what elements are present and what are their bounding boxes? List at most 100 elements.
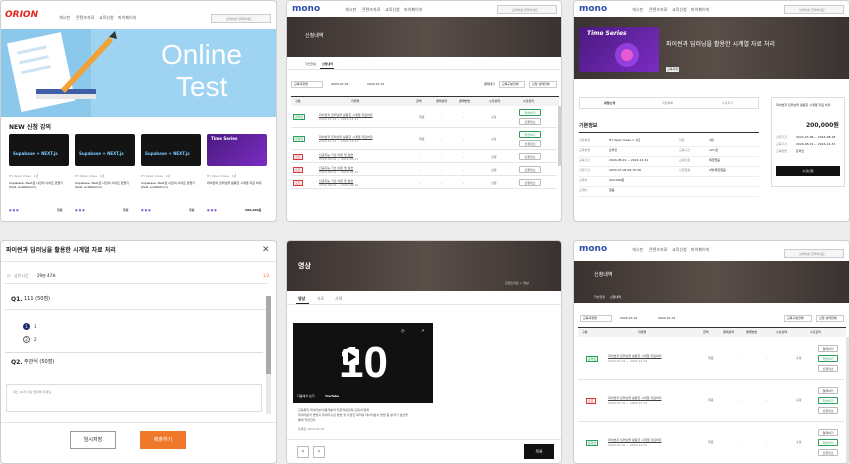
course-link[interactable]: 파이썬과 딥러닝을 활용한 시계열 자료처리 xyxy=(608,355,662,358)
tab-learning[interactable]: 학습현황 xyxy=(594,296,605,299)
tab-cases[interactable]: 사례 xyxy=(335,297,342,301)
play-icon[interactable] xyxy=(343,349,359,365)
tab-applications[interactable]: 신청내역 xyxy=(610,296,621,299)
choice-2-label[interactable]: 2 xyxy=(34,338,37,342)
apply-button[interactable]: 수강신청 xyxy=(776,166,840,176)
course-select[interactable]: 교육과정명 xyxy=(580,315,612,322)
cancel-button[interactable]: 신청취소 xyxy=(519,118,541,125)
choice-1-label[interactable]: 1 xyxy=(34,325,37,329)
pay-button[interactable]: 결제하기 xyxy=(818,429,838,436)
search-input[interactable]: 검색어를 입력하세요 xyxy=(784,5,844,14)
nav-item[interactable]: 콘텐츠자료 xyxy=(649,8,667,12)
status-select[interactable]: 신청 상태전체 xyxy=(529,81,557,88)
date-to[interactable]: 2024-07-31 xyxy=(658,317,675,320)
pay-button[interactable]: 결제하기 xyxy=(818,387,838,394)
nav-item[interactable]: 교육신청 xyxy=(99,16,114,20)
course-card[interactable]: Supabase + NEXT.js HY Open Class · 1년 Supa… xyxy=(141,134,201,216)
course-card[interactable]: Supabase + NEXT.js HY Open Class · 1년 Supa… xyxy=(75,134,135,216)
nav-item[interactable]: 마이페이지 xyxy=(691,8,709,12)
course-link[interactable]: 파이썬과 딥러닝을 활용한 시계열 자료처리 xyxy=(608,397,662,400)
row-action-button[interactable]: 신청취소 xyxy=(519,179,541,186)
nav-item[interactable]: 교육신청 xyxy=(385,8,400,12)
course-card[interactable]: Supabase + NEXT.js HY Open Class · 1년 Supa… xyxy=(9,134,69,216)
tab-learning[interactable]: 학습현황 xyxy=(305,63,316,66)
row-action-button[interactable]: 학습하기 xyxy=(519,109,541,116)
submit-button[interactable]: 제출하기 xyxy=(140,431,186,449)
date-from[interactable]: 2024-07-01 xyxy=(331,83,348,86)
cancel-button[interactable]: 신청취소 xyxy=(519,140,541,147)
tab-materials[interactable]: 자료 xyxy=(317,297,324,301)
nav-item[interactable]: 게시판 xyxy=(59,16,70,20)
tab-video[interactable]: 영상 xyxy=(298,297,305,301)
learn-button[interactable]: 학습하기 xyxy=(818,397,838,404)
nav-item[interactable]: 게시판 xyxy=(345,8,356,12)
mono-logo[interactable]: mono xyxy=(292,5,320,14)
watch-on-label[interactable]: 다음에서 보기 xyxy=(297,395,315,398)
answer-textarea[interactable]: 최소 10자 이상 입력해 주세요. xyxy=(6,384,262,412)
video-player[interactable]: 10 ◷ ↗ 다음에서 보기 YouTube xyxy=(293,323,433,403)
row-action-button[interactable]: 학습하기 xyxy=(519,131,541,138)
mono-logo[interactable]: mono xyxy=(579,245,607,254)
date-to[interactable]: 2024-07-31 xyxy=(367,83,384,86)
search-input[interactable]: 검색어를 입력하세요 xyxy=(497,5,557,14)
row-action-button[interactable]: 신청취소 xyxy=(519,166,541,173)
search-input[interactable]: 검색어를 입력하세요 xyxy=(211,14,271,23)
scrollbar-thumb[interactable] xyxy=(266,296,271,374)
nav-item[interactable]: 콘텐츠자료 xyxy=(76,16,94,20)
q1-text: 111 (50점) xyxy=(24,296,50,302)
checkbox-label[interactable]: 결제대기 xyxy=(484,83,495,86)
cell-status: 수강 xyxy=(796,356,802,360)
info-key: 교육방법 xyxy=(579,148,591,152)
cancel-button[interactable]: 신청취소 xyxy=(818,365,838,372)
column-header: 결제상태 xyxy=(436,99,448,103)
tab-list[interactable]: 과정목록 xyxy=(662,102,673,105)
orion-logo[interactable]: ORION xyxy=(5,11,45,21)
type-select[interactable]: 교육구분전체 xyxy=(784,315,812,322)
cell-amount: - xyxy=(419,180,421,185)
nav-item[interactable]: 교육신청 xyxy=(672,248,687,252)
mono-logo[interactable]: mono xyxy=(579,5,607,14)
share-icon[interactable]: ↗ xyxy=(421,329,424,333)
course-card[interactable]: Time Series HY Open Class · 1년 파이썬과 딥러닝을 활… xyxy=(207,134,267,216)
nav-item[interactable]: 마이페이지 xyxy=(404,8,422,12)
save-draft-button[interactable]: 임시저장 xyxy=(70,431,116,449)
nav-item[interactable]: 게시판 xyxy=(632,8,643,12)
cancel-button[interactable]: 신청취소 xyxy=(818,449,838,456)
choice-1-radio[interactable]: 1 xyxy=(23,323,30,330)
nav-item[interactable]: 콘텐츠자료 xyxy=(362,8,380,12)
date-from[interactable]: 2024-07-01 xyxy=(620,317,637,320)
search-input[interactable]: 검색어를 입력하세요 xyxy=(784,249,844,258)
status-select[interactable]: 신청 상태전체 xyxy=(816,315,844,322)
tab-applications[interactable]: 신청내역 xyxy=(322,63,333,66)
cancel-button[interactable]: 신청취소 xyxy=(818,407,838,414)
cell-status: 수강 xyxy=(796,398,802,402)
tab-reviews[interactable]: 수강후기 xyxy=(722,102,733,105)
course-link[interactable]: 파이썬과 딥러닝을 활용한 시계열 자료처리 xyxy=(608,439,662,442)
nav-item[interactable]: 콘텐츠자료 xyxy=(649,248,667,252)
choice-2-radio[interactable]: 2 xyxy=(23,336,30,343)
nav-item[interactable]: 마이페이지 xyxy=(118,16,136,20)
scrollbar[interactable] xyxy=(558,106,561,166)
row-action-button[interactable]: 신청취소 xyxy=(519,153,541,160)
close-icon[interactable]: ✕ xyxy=(262,246,270,255)
tab-intro[interactable]: 과정소개 xyxy=(604,102,615,105)
nav-item[interactable]: 마이페이지 xyxy=(691,248,709,252)
pay-button[interactable]: 결제하기 xyxy=(818,345,838,352)
cell-amount: - xyxy=(419,167,421,172)
column-header: 금액 xyxy=(416,99,422,103)
learn-button[interactable]: 학습하기 xyxy=(818,439,838,446)
type-select[interactable]: 교육구분전체 xyxy=(499,81,525,88)
card-meta: HY Open Class · 1년 xyxy=(141,174,171,178)
course-select[interactable]: 교육과정명 xyxy=(291,81,323,88)
cell-amount: 무료 xyxy=(419,137,425,141)
clock-icon[interactable]: ◷ xyxy=(401,329,405,333)
next-icon[interactable]: › xyxy=(313,446,325,458)
youtube-logo[interactable]: YouTube xyxy=(325,395,339,398)
prev-icon[interactable]: ‹ xyxy=(297,446,309,458)
nav-item[interactable]: 게시판 xyxy=(632,248,643,252)
scrollbar[interactable] xyxy=(846,337,849,463)
list-button[interactable]: 목록 xyxy=(524,444,554,459)
learn-button[interactable]: 학습하기 xyxy=(818,355,838,362)
nav-item[interactable]: 교육신청 xyxy=(672,8,687,12)
hero-banner[interactable]: Online Test xyxy=(1,29,276,117)
